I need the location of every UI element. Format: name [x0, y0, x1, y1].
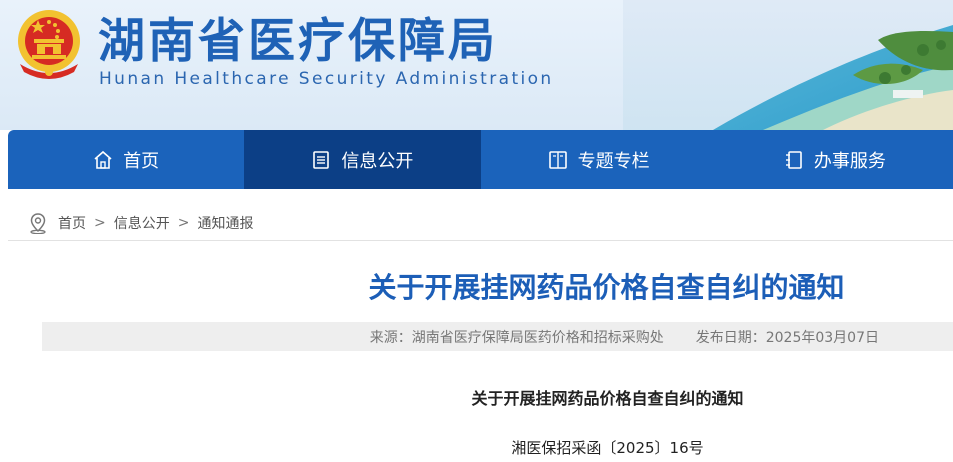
- divider: [8, 240, 953, 241]
- location-pin-icon: [30, 213, 46, 234]
- site-subtitle: Hunan Healthcare Security Administration: [99, 69, 554, 89]
- main-navigation: 首页 信息公开 专题专栏 办事服务: [8, 130, 953, 189]
- book-icon: [548, 150, 567, 169]
- breadcrumb-separator: >: [94, 215, 106, 231]
- nav-item-label: 信息公开: [341, 150, 414, 172]
- breadcrumb-notices[interactable]: 通知通报: [197, 213, 253, 233]
- nav-item-label: 专题专栏: [577, 150, 650, 172]
- national-emblem-icon: [18, 10, 80, 79]
- article-title: 关于开展挂网药品价格自查自纠的通知: [368, 271, 845, 304]
- site-header: 湖南省医疗保障局 Hunan Healthcare Security Admin…: [0, 0, 953, 130]
- home-icon: [94, 150, 112, 169]
- nav-item-services[interactable]: 办事服务: [717, 130, 953, 189]
- service-book-icon: [785, 150, 802, 169]
- article-source: 来源：湖南省医疗保障局医药价格和招标采购处: [369, 329, 664, 346]
- nav-item-special-topics[interactable]: 专题专栏: [481, 130, 717, 189]
- header-landscape-image: [623, 0, 953, 130]
- article-publish-date: 发布日期：2025年03月07日: [695, 329, 879, 346]
- document-number: 湘医保招采函〔2025〕16号: [511, 439, 704, 457]
- breadcrumb-separator: >: [177, 215, 190, 231]
- nav-item-label: 办事服务: [813, 150, 886, 172]
- site-title: 湖南省医疗保障局: [98, 14, 498, 69]
- breadcrumb-home[interactable]: 首页: [58, 213, 86, 233]
- nav-item-home[interactable]: 首页: [8, 130, 244, 189]
- document-list-icon: [313, 150, 330, 169]
- nav-item-label: 首页: [123, 150, 160, 172]
- document-title: 关于开展挂网药品价格自查自纠的通知: [471, 389, 744, 408]
- breadcrumb-info-disclosure[interactable]: 信息公开: [114, 213, 170, 233]
- breadcrumb: 首页 > 信息公开 > 通知通报: [28, 210, 253, 236]
- nav-item-info-disclosure[interactable]: 信息公开: [244, 130, 481, 189]
- article-meta-bar: 来源：湖南省医疗保障局医药价格和招标采购处 发布日期：2025年03月07日: [42, 322, 953, 351]
